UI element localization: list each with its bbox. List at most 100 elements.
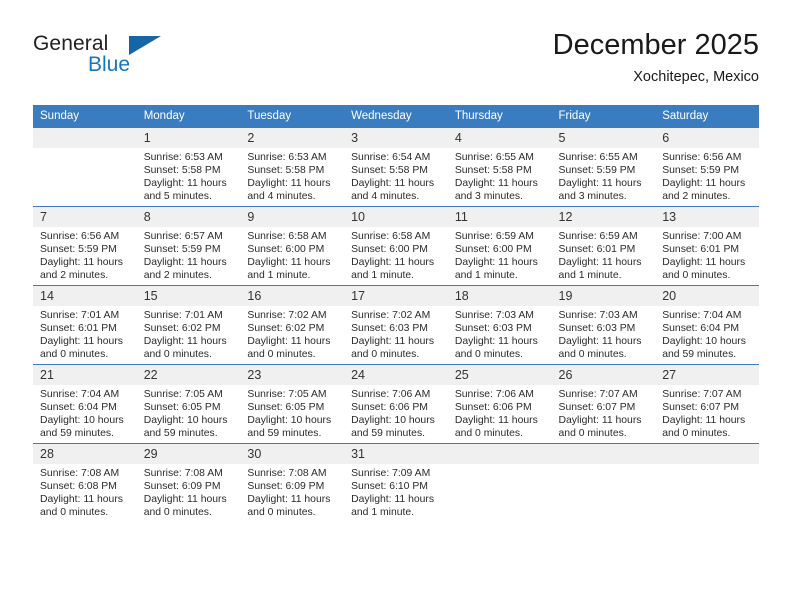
sunset-time: Sunset: 6:01 PM (40, 323, 117, 335)
calendar-day-cell[interactable]: 31 Sunrise: 7:09 AM Sunset: 6:10 PM Dayligh… (344, 443, 448, 522)
day-box: 30 Sunrise: 7:08 AM Sunset: 6:09 PM Dayligh… (240, 444, 345, 522)
sunset-time: Sunset: 6:07 PM (662, 402, 740, 414)
calendar-day-cell[interactable]: 1 Sunrise: 6:53 AM Sunset: 5:58 PM Daylight… (136, 127, 241, 207)
day-details: Sunrise: 6:55 AM Sunset: 5:58 PM Daylight:… (448, 148, 552, 203)
calendar-week-row: 14 Sunrise: 7:01 AM Sunset: 6:01 PM Dayligh… (33, 285, 759, 365)
day-details (655, 464, 759, 467)
calendar-day-cell[interactable]: 30 Sunrise: 7:08 AM Sunset: 6:09 PM Dayligh… (240, 443, 345, 522)
calendar-day-cell[interactable]: 26 Sunrise: 7:07 AM Sunset: 6:07 PM Dayligh… (551, 364, 656, 444)
calendar-day-cell[interactable]: 20 Sunrise: 7:04 AM Sunset: 6:04 PM Dayligh… (655, 285, 759, 365)
day-details: Sunrise: 7:08 AM Sunset: 6:09 PM Daylight:… (240, 464, 344, 519)
day-number (33, 128, 137, 148)
daylight-duration-line1: Daylight: 11 hours (558, 336, 642, 348)
sunrise-time: Sunrise: 7:01 AM (40, 310, 120, 321)
day-number: 12 (551, 207, 656, 227)
day-number: 8 (136, 207, 241, 227)
daylight-duration-line2: and 1 minute. (351, 270, 415, 282)
calendar-day-cell[interactable]: 8 Sunrise: 6:57 AM Sunset: 5:59 PM Daylight… (136, 206, 241, 286)
sunrise-time: Sunrise: 7:07 AM (558, 389, 638, 400)
page-header: General Blue December 2025 Xochitepec, M… (33, 28, 759, 96)
calendar-day-cell[interactable]: 11 Sunrise: 6:59 AM Sunset: 6:00 PM Dayligh… (447, 206, 552, 286)
calendar-day-cell[interactable]: 5 Sunrise: 6:55 AM Sunset: 5:59 PM Daylight… (551, 127, 656, 207)
calendar-week-row: 21 Sunrise: 7:04 AM Sunset: 6:04 PM Dayligh… (33, 364, 759, 444)
day-number (551, 444, 656, 464)
day-details: Sunrise: 7:03 AM Sunset: 6:03 PM Daylight:… (552, 306, 656, 361)
daylight-duration-line1: Daylight: 11 hours (247, 336, 331, 348)
calendar-day-cell[interactable]: 9 Sunrise: 6:58 AM Sunset: 6:00 PM Daylight… (240, 206, 345, 286)
sunset-time: Sunset: 6:00 PM (247, 244, 325, 256)
sunset-time: Sunset: 6:04 PM (662, 323, 740, 335)
day-box: 31 Sunrise: 7:09 AM Sunset: 6:10 PM Dayligh… (344, 444, 448, 522)
calendar-day-cell[interactable]: 3 Sunrise: 6:54 AM Sunset: 5:58 PM Daylight… (344, 127, 448, 207)
sunrise-time: Sunrise: 7:03 AM (454, 310, 534, 321)
day-number: 5 (551, 128, 656, 148)
daylight-duration-line2: and 1 minute. (351, 507, 415, 519)
day-box: 8 Sunrise: 6:57 AM Sunset: 5:59 PM Daylight… (136, 207, 241, 285)
day-box: 26 Sunrise: 7:07 AM Sunset: 6:07 PM Dayligh… (551, 365, 656, 443)
day-details: Sunrise: 6:54 AM Sunset: 5:58 PM Daylight:… (344, 148, 448, 203)
sunset-time: Sunset: 6:02 PM (143, 323, 221, 335)
calendar-day-cell[interactable]: 29 Sunrise: 7:08 AM Sunset: 6:09 PM Dayligh… (136, 443, 241, 522)
calendar-day-cell[interactable]: 28 Sunrise: 7:08 AM Sunset: 6:08 PM Dayligh… (33, 443, 137, 522)
day-number: 24 (344, 365, 448, 385)
calendar-day-cell[interactable]: 6 Sunrise: 6:56 AM Sunset: 5:59 PM Daylight… (655, 127, 759, 207)
day-details: Sunrise: 7:02 AM Sunset: 6:03 PM Daylight:… (344, 306, 448, 361)
daylight-duration-line1: Daylight: 11 hours (454, 178, 538, 190)
weekday-header-saturday: Saturday (655, 105, 759, 128)
day-number: 20 (655, 286, 759, 306)
sunset-time: Sunset: 6:03 PM (454, 323, 532, 335)
sunrise-time: Sunrise: 6:53 AM (143, 152, 223, 163)
sunset-time: Sunset: 6:05 PM (143, 402, 221, 414)
daylight-duration-line1: Daylight: 11 hours (454, 257, 538, 269)
weekday-header-sunday: Sunday (33, 105, 137, 128)
day-box (447, 444, 552, 522)
day-details: Sunrise: 7:02 AM Sunset: 6:02 PM Daylight:… (240, 306, 344, 361)
sunrise-time: Sunrise: 6:59 AM (454, 231, 534, 242)
calendar-day-cell[interactable]: 27 Sunrise: 7:07 AM Sunset: 6:07 PM Dayligh… (655, 364, 759, 444)
sunrise-time: Sunrise: 6:57 AM (143, 231, 223, 242)
day-details (33, 148, 137, 151)
calendar-day-cell[interactable]: 13 Sunrise: 7:00 AM Sunset: 6:01 PM Dayligh… (655, 206, 759, 286)
calendar-day-cell[interactable]: 2 Sunrise: 6:53 AM Sunset: 5:58 PM Daylight… (240, 127, 345, 207)
day-details: Sunrise: 7:01 AM Sunset: 6:01 PM Daylight:… (33, 306, 137, 361)
calendar-day-cell[interactable]: 21 Sunrise: 7:04 AM Sunset: 6:04 PM Dayligh… (33, 364, 137, 444)
day-box: 10 Sunrise: 6:58 AM Sunset: 6:00 PM Dayligh… (344, 207, 448, 285)
day-box: 23 Sunrise: 7:05 AM Sunset: 6:05 PM Dayligh… (240, 365, 345, 443)
sunset-time: Sunset: 6:06 PM (351, 402, 428, 414)
calendar-day-cell[interactable]: 7 Sunrise: 6:56 AM Sunset: 5:59 PM Daylight… (33, 206, 137, 286)
general-blue-logo[interactable]: General Blue (33, 32, 213, 90)
day-details: Sunrise: 6:55 AM Sunset: 5:59 PM Daylight:… (552, 148, 656, 203)
daylight-duration-line2: and 0 minutes. (40, 349, 109, 361)
calendar-day-cell[interactable]: 25 Sunrise: 7:06 AM Sunset: 6:06 PM Dayligh… (447, 364, 552, 444)
calendar-day-cell[interactable]: 17 Sunrise: 7:02 AM Sunset: 6:03 PM Dayligh… (344, 285, 448, 365)
day-box: 29 Sunrise: 7:08 AM Sunset: 6:09 PM Dayligh… (136, 444, 241, 522)
calendar-day-cell[interactable]: 19 Sunrise: 7:03 AM Sunset: 6:03 PM Dayligh… (551, 285, 656, 365)
sunrise-time: Sunrise: 7:08 AM (247, 468, 327, 479)
calendar-day-cell[interactable]: 14 Sunrise: 7:01 AM Sunset: 6:01 PM Dayligh… (33, 285, 137, 365)
calendar-day-cell[interactable]: 24 Sunrise: 7:06 AM Sunset: 6:06 PM Dayligh… (344, 364, 448, 444)
calendar-day-cell[interactable]: 15 Sunrise: 7:01 AM Sunset: 6:02 PM Dayligh… (136, 285, 241, 365)
sunrise-time: Sunrise: 6:56 AM (662, 152, 742, 163)
calendar-day-cell[interactable]: 10 Sunrise: 6:58 AM Sunset: 6:00 PM Dayligh… (344, 206, 448, 286)
calendar-day-cell[interactable]: 23 Sunrise: 7:05 AM Sunset: 6:05 PM Dayligh… (240, 364, 345, 444)
sunset-time: Sunset: 6:06 PM (454, 402, 532, 414)
daylight-duration-line1: Daylight: 10 hours (351, 415, 435, 427)
calendar-day-cell[interactable]: 22 Sunrise: 7:05 AM Sunset: 6:05 PM Dayligh… (136, 364, 241, 444)
calendar-day-cell[interactable]: 12 Sunrise: 6:59 AM Sunset: 6:01 PM Dayligh… (551, 206, 656, 286)
calendar-day-cell[interactable]: 18 Sunrise: 7:03 AM Sunset: 6:03 PM Dayligh… (447, 285, 552, 365)
calendar-day-cell[interactable]: 16 Sunrise: 7:02 AM Sunset: 6:02 PM Dayligh… (240, 285, 345, 365)
calendar-day-cell[interactable]: 4 Sunrise: 6:55 AM Sunset: 5:58 PM Daylight… (447, 127, 552, 207)
day-number: 21 (33, 365, 137, 385)
sunrise-time: Sunrise: 6:58 AM (351, 231, 431, 242)
daylight-duration-line2: and 59 minutes. (662, 349, 737, 361)
day-number: 28 (33, 444, 137, 464)
sunrise-time: Sunrise: 7:06 AM (454, 389, 534, 400)
sunrise-time: Sunrise: 7:07 AM (662, 389, 742, 400)
day-box: 4 Sunrise: 6:55 AM Sunset: 5:58 PM Daylight… (447, 128, 552, 206)
calendar-day-cell-empty (655, 443, 759, 522)
sunrise-time: Sunrise: 7:09 AM (351, 468, 431, 479)
day-number: 3 (344, 128, 448, 148)
day-box: 22 Sunrise: 7:05 AM Sunset: 6:05 PM Dayligh… (136, 365, 241, 443)
day-box: 28 Sunrise: 7:08 AM Sunset: 6:08 PM Dayligh… (33, 444, 137, 522)
sunrise-time: Sunrise: 7:06 AM (351, 389, 431, 400)
